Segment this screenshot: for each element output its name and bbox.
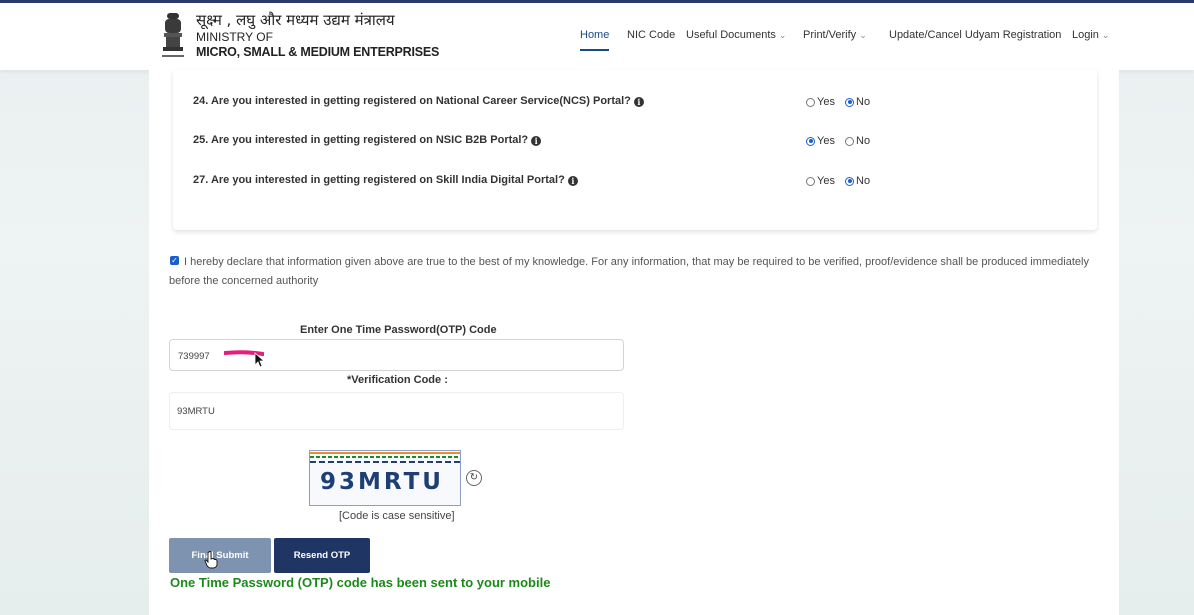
radio-nsic-no[interactable]: No	[845, 135, 870, 147]
otp-sent-message: One Time Password (OTP) code has been se…	[170, 575, 551, 590]
radio-skill-no[interactable]: No	[845, 175, 870, 187]
otp-input-value: 739997	[178, 351, 210, 362]
radio-skill-yes[interactable]: Yes	[806, 175, 835, 187]
question-ncs: 24. Are you interested in getting regist…	[193, 95, 644, 107]
radio-skill-yes-circle[interactable]	[806, 176, 815, 186]
nav-print-verify[interactable]: Print/Verify ⌄	[803, 29, 867, 41]
verification-code-input[interactable]	[169, 392, 624, 430]
nav-login-label: Login	[1072, 29, 1099, 41]
final-submit-button[interactable]: Final Submit	[169, 538, 271, 573]
chevron-down-icon: ⌄	[1101, 30, 1110, 40]
verification-code-value: 93MRTU	[177, 406, 215, 417]
declaration-text-line2: before the concerned authority	[169, 275, 319, 287]
question-skill-india-text: 27. Are you interested in getting regist…	[193, 174, 565, 186]
radio-label: No	[856, 175, 871, 187]
nav-nic-code[interactable]: NIC Code	[627, 29, 675, 41]
radio-label: Yes	[817, 96, 835, 108]
captcha-text: 93MRTU	[320, 469, 444, 495]
radio-nsic-no-circle[interactable]	[845, 136, 854, 146]
nav-useful-documents-label: Useful Documents	[686, 29, 776, 41]
captcha-stripe-blue	[310, 461, 460, 463]
question-nsic-text: 25. Are you interested in getting regist…	[193, 134, 529, 146]
radio-label: No	[856, 135, 871, 147]
radio-nsic-yes[interactable]: Yes	[806, 135, 835, 147]
verification-code-label: *Verification Code :	[347, 374, 448, 386]
refresh-icon[interactable]: ↻	[466, 470, 482, 486]
radio-ncs-no-circle[interactable]	[845, 97, 854, 107]
main-nav: Home NIC Code Useful Documents ⌄ Print/Ve…	[0, 29, 1194, 51]
question-ncs-text: 24. Are you interested in getting regist…	[193, 95, 631, 107]
question-skill-india: 27. Are you interested in getting regist…	[193, 174, 578, 186]
hand-pointer-icon	[204, 551, 218, 569]
nav-useful-documents[interactable]: Useful Documents ⌄	[686, 29, 786, 41]
captcha-image: 93MRTU	[309, 450, 461, 506]
captcha-stripe-green	[310, 456, 460, 458]
radio-ncs-yes[interactable]: Yes	[806, 96, 835, 108]
question-nsic: 25. Are you interested in getting regist…	[193, 134, 542, 146]
mouse-cursor-icon	[254, 352, 266, 368]
nav-print-verify-label: Print/Verify	[803, 29, 857, 41]
radio-ncs-yes-circle[interactable]	[806, 97, 815, 107]
otp-label: Enter One Time Password(OTP) Code	[300, 324, 497, 336]
resend-otp-button[interactable]: Resend OTP	[274, 538, 370, 573]
info-icon[interactable]: i	[633, 97, 644, 107]
radio-label: Yes	[817, 175, 835, 187]
chevron-down-icon: ⌄	[859, 30, 867, 40]
questions-card	[173, 70, 1097, 230]
radio-nsic-yes-circle[interactable]	[806, 136, 815, 146]
nav-home[interactable]: Home	[580, 29, 610, 51]
nav-login[interactable]: Login ⌄	[1072, 29, 1109, 41]
radio-skill-no-circle[interactable]	[845, 176, 854, 186]
radio-ncs-no[interactable]: No	[845, 96, 870, 108]
captcha-case-note: [Code is case sensitive]	[339, 510, 455, 522]
site-header: सूक्ष्म , लघु और मध्यम उद्यम मंत्रालय MI…	[0, 3, 1194, 70]
nav-update-cancel[interactable]: Update/Cancel Udyam Registration	[889, 29, 1061, 41]
declaration-text-line1: I hereby declare that information given …	[184, 256, 1089, 268]
ministry-name-hindi: सूक्ष्म , लघु और मध्यम उद्यम मंत्रालय	[196, 11, 395, 29]
radio-label: No	[856, 96, 871, 108]
info-icon[interactable]: i	[567, 176, 578, 186]
captcha-stripe-orange	[310, 452, 460, 454]
info-icon[interactable]: i	[531, 136, 542, 146]
chevron-down-icon: ⌄	[778, 30, 787, 40]
radio-label: Yes	[817, 135, 835, 147]
declaration-checkbox[interactable]: ✓	[170, 256, 179, 265]
